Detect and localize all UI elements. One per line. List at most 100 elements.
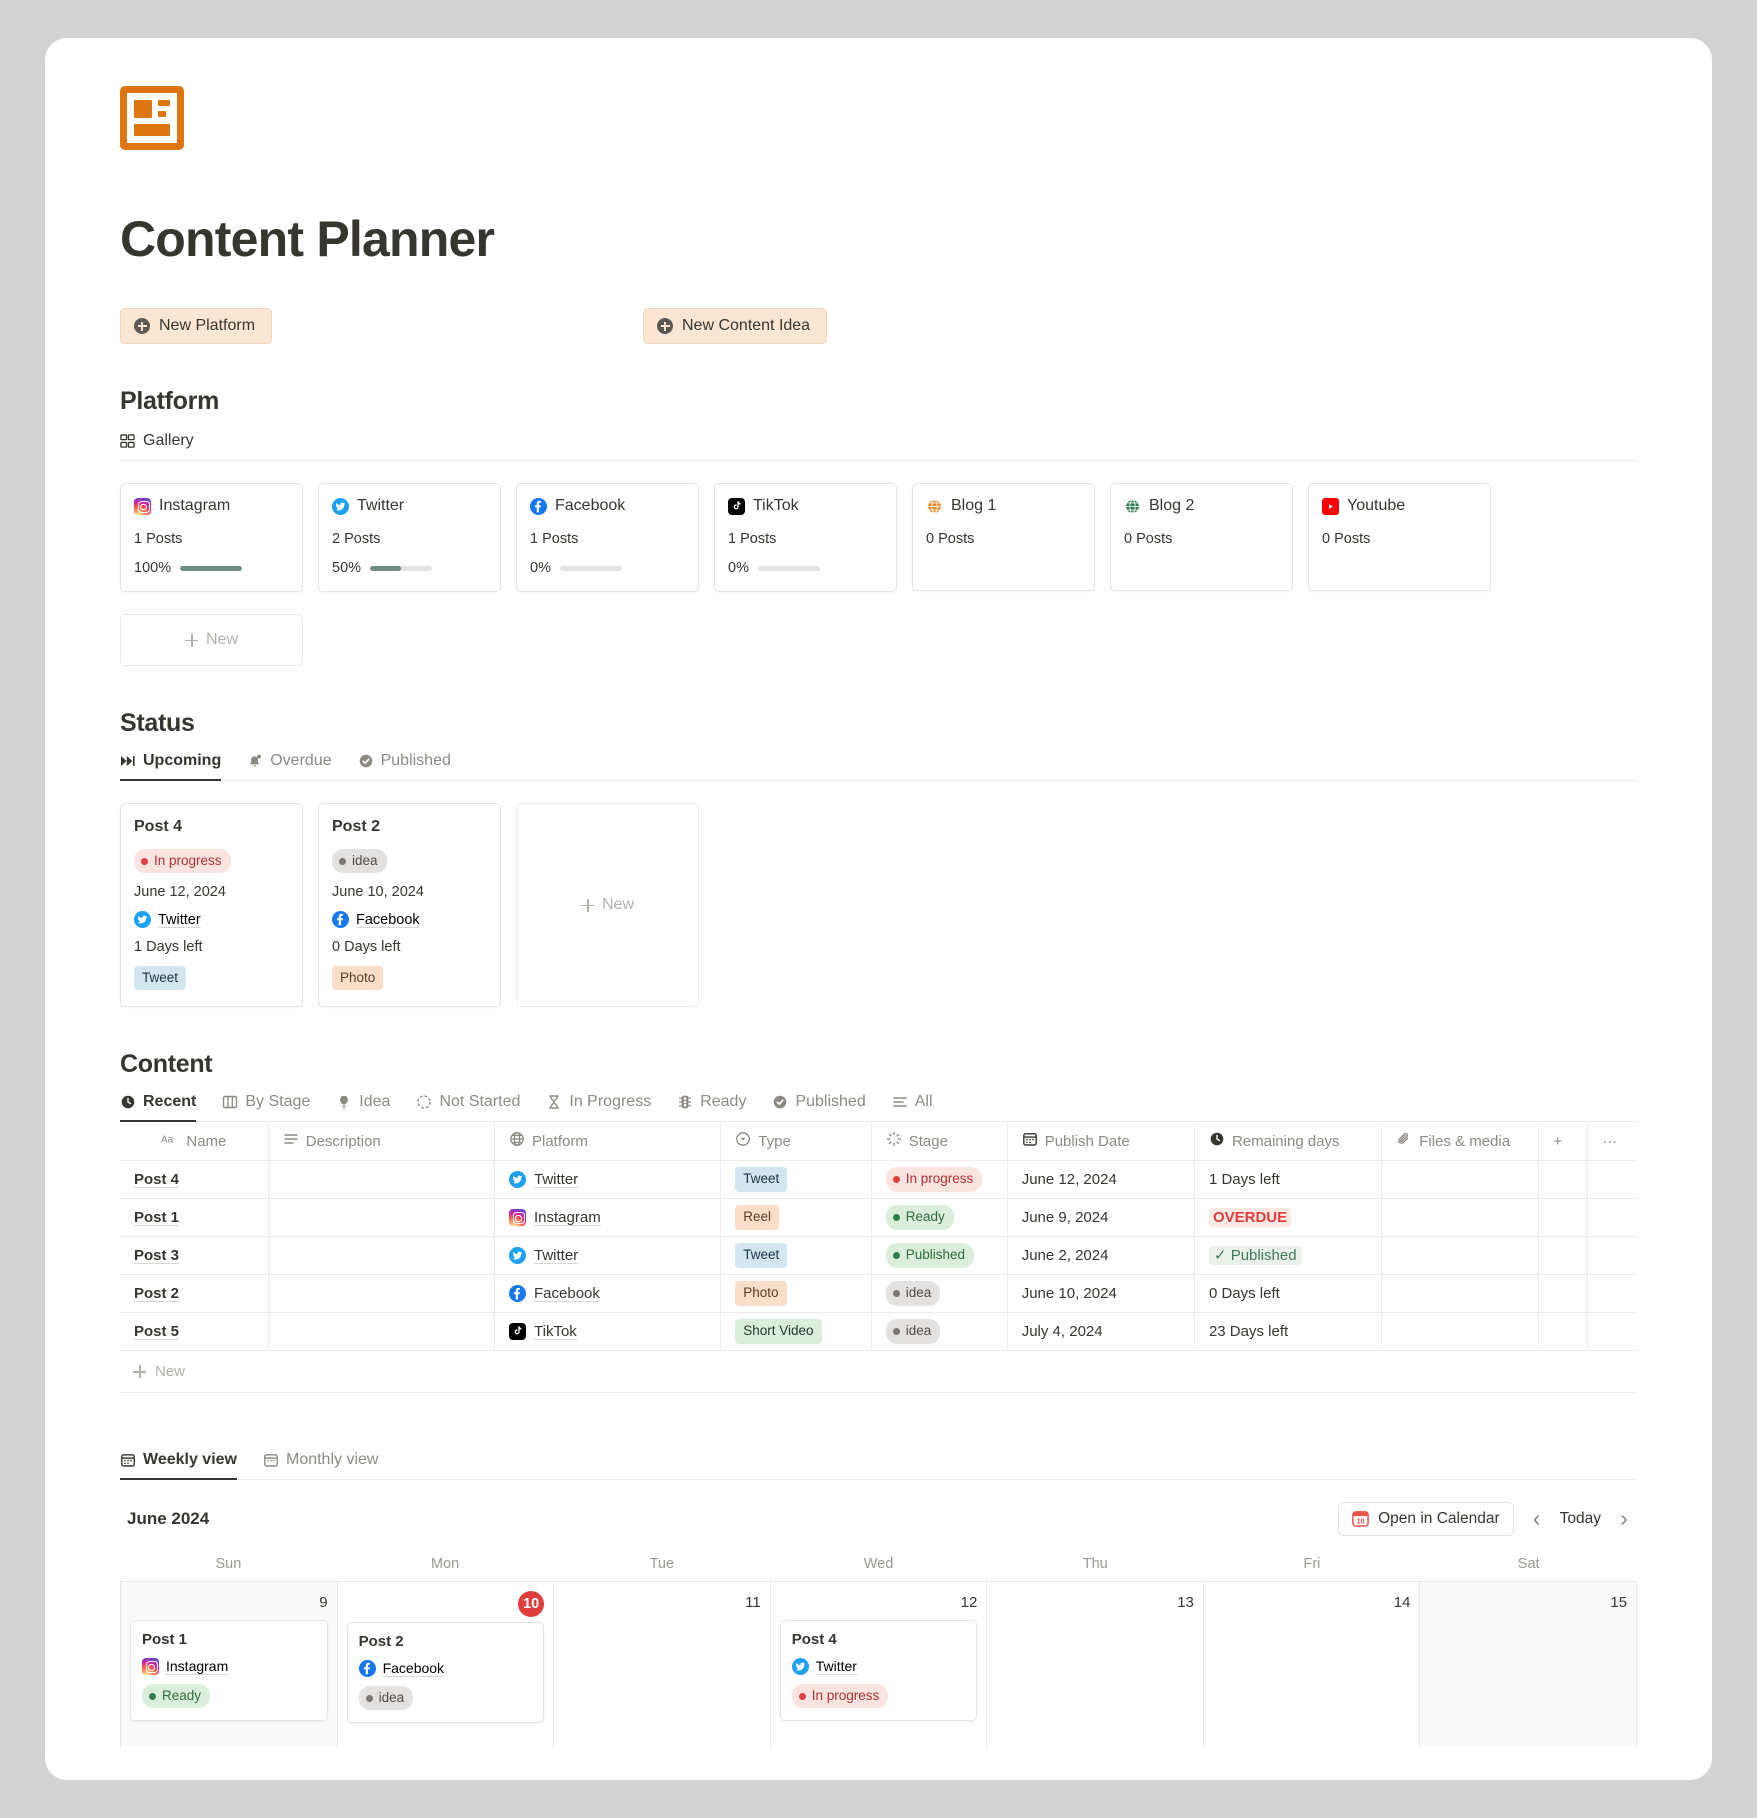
row-platform[interactable]: Instagram <box>494 1198 722 1237</box>
tab-upcoming[interactable]: Upcoming <box>120 752 222 781</box>
row-type[interactable]: Tweet <box>720 1160 872 1199</box>
platform-new-card-button[interactable]: New <box>120 614 303 666</box>
column-header-publish-date[interactable]: Publish Date <box>1007 1122 1195 1161</box>
column-header-platform[interactable]: Platform <box>494 1122 722 1161</box>
instagram-icon <box>142 1657 159 1675</box>
tab-monthly-view[interactable]: Monthly view <box>263 1451 378 1480</box>
table-options-button[interactable]: ··· <box>1587 1122 1637 1161</box>
row-stage[interactable]: idea <box>871 1312 1008 1351</box>
tab-published[interactable]: Published <box>772 1093 866 1122</box>
table-row[interactable]: Post 4 Twitter Tweet In progress June 12, 20… <box>120 1160 1637 1199</box>
platform-card[interactable]: Twitter 2 Posts 50% <box>318 483 501 592</box>
platform-card[interactable]: TikTok 1 Posts 0% <box>714 483 897 592</box>
tab-not-started[interactable]: Not Started <box>416 1093 520 1122</box>
open-in-calendar-button[interactable]: 10 Open in Calendar <box>1338 1501 1514 1536</box>
row-platform[interactable]: Facebook <box>494 1274 722 1313</box>
platform-card[interactable]: Blog 1 0 Posts <box>912 483 1095 591</box>
row-description[interactable] <box>268 1312 496 1351</box>
row-description[interactable] <box>268 1198 496 1237</box>
calendar-today-button[interactable]: Today <box>1560 1510 1601 1528</box>
row-files-media[interactable] <box>1381 1236 1540 1275</box>
row-description[interactable] <box>268 1274 496 1313</box>
row-name[interactable]: Post 4 <box>134 1171 179 1188</box>
tab-recent[interactable]: Recent <box>120 1093 197 1123</box>
status-card-platform[interactable]: Twitter <box>134 911 289 929</box>
status-card[interactable]: Post 2 idea June 10, 2024 Facebook 0 Days le… <box>318 803 501 1008</box>
tab-idea[interactable]: Idea <box>336 1093 390 1122</box>
platform-card[interactable]: Blog 2 0 Posts <box>1110 483 1293 591</box>
calendar-next-button[interactable]: › <box>1611 1505 1637 1532</box>
tab-published[interactable]: Published <box>358 752 451 781</box>
row-name[interactable]: Post 5 <box>134 1323 179 1340</box>
table-row[interactable]: Post 1 Instagram Reel Ready June 9, 2024 OVER… <box>120 1198 1637 1237</box>
row-files-media[interactable] <box>1381 1198 1540 1237</box>
calendar-day-cell[interactable]: 10 Post 2 Facebook idea <box>338 1581 555 1747</box>
table-row[interactable]: Post 3 Twitter Tweet Published June 2, 2024 ✓… <box>120 1236 1637 1275</box>
column-header-description[interactable]: Description <box>268 1122 496 1161</box>
tab-overdue[interactable]: Overdue <box>247 752 332 781</box>
row-publish-date[interactable]: June 12, 2024 <box>1007 1160 1195 1199</box>
calendar-day-cell[interactable]: 14 <box>1204 1581 1421 1747</box>
column-header-type[interactable]: Type <box>720 1122 872 1161</box>
platform-gallery-view-tab[interactable]: Gallery <box>120 432 1637 461</box>
row-platform[interactable]: Twitter <box>494 1160 722 1199</box>
calendar-event-card[interactable]: Post 2 Facebook idea <box>346 1621 545 1724</box>
platform-card[interactable]: Youtube 0 Posts <box>1308 483 1491 591</box>
tab-by-stage[interactable]: By Stage <box>222 1093 310 1122</box>
row-type[interactable]: Reel <box>720 1198 872 1237</box>
new-platform-button[interactable]: New Platform <box>120 308 273 344</box>
row-stage[interactable]: Published <box>871 1236 1008 1275</box>
calendar-event-platform[interactable]: Twitter <box>791 1657 966 1675</box>
row-type[interactable]: Photo <box>720 1274 872 1313</box>
calendar-prev-button[interactable]: ‹ <box>1524 1505 1550 1532</box>
row-publish-date[interactable]: June 10, 2024 <box>1007 1274 1195 1313</box>
row-platform[interactable]: TikTok <box>494 1312 722 1351</box>
tab-ready[interactable]: Ready <box>677 1093 746 1122</box>
platform-card[interactable]: Instagram 1 Posts 100% <box>120 483 303 592</box>
column-header-name[interactable]: Aa Name <box>120 1122 269 1161</box>
row-name[interactable]: Post 3 <box>134 1247 179 1264</box>
calendar-event-platform[interactable]: Facebook <box>358 1659 533 1677</box>
column-header-files-media[interactable]: Files & media <box>1381 1122 1540 1161</box>
calendar-day-cell[interactable]: 13 <box>987 1581 1204 1747</box>
add-column-button[interactable]: + <box>1538 1122 1589 1161</box>
row-files-media[interactable] <box>1381 1274 1540 1313</box>
row-stage[interactable]: Ready <box>871 1198 1008 1237</box>
row-name[interactable]: Post 1 <box>134 1209 179 1226</box>
tiktok-icon <box>728 497 745 515</box>
table-row[interactable]: Post 2 Facebook Photo idea June 10, 2024 0 Da… <box>120 1274 1637 1313</box>
calendar-event-card[interactable]: Post 1 Instagram Ready <box>130 1619 328 1722</box>
row-name[interactable]: Post 2 <box>134 1285 179 1302</box>
tab-in-progress[interactable]: In Progress <box>546 1093 651 1122</box>
calendar-event-card[interactable]: Post 4 Twitter In progress <box>779 1619 978 1722</box>
row-stage[interactable]: In progress <box>871 1160 1008 1199</box>
platform-card[interactable]: Facebook 1 Posts 0% <box>516 483 699 592</box>
calendar-day-cell[interactable]: 12 Post 4 Twitter In progress <box>771 1581 988 1747</box>
status-new-card-button[interactable]: New <box>516 803 699 1008</box>
calendar-day-cell[interactable]: 15 <box>1420 1581 1638 1747</box>
column-header-stage[interactable]: Stage <box>871 1122 1008 1161</box>
row-type[interactable]: Tweet <box>720 1236 872 1275</box>
row-publish-date[interactable]: June 9, 2024 <box>1007 1198 1195 1237</box>
row-stage[interactable]: idea <box>871 1274 1008 1313</box>
row-files-media[interactable] <box>1381 1312 1540 1351</box>
row-files-media[interactable] <box>1381 1160 1540 1199</box>
row-description[interactable] <box>268 1160 496 1199</box>
content-table-new-row-button[interactable]: New <box>120 1351 1637 1393</box>
calendar-event-platform[interactable]: Instagram <box>142 1657 316 1675</box>
row-publish-date[interactable]: June 2, 2024 <box>1007 1236 1195 1275</box>
row-publish-date[interactable]: July 4, 2024 <box>1007 1312 1195 1351</box>
column-header-remaining-days[interactable]: Remaining days <box>1194 1122 1383 1161</box>
table-row[interactable]: Post 5 TikTok Short Video idea July 4, 2024 2… <box>120 1312 1637 1351</box>
row-type[interactable]: Short Video <box>720 1312 872 1351</box>
new-content-idea-button[interactable]: New Content Idea <box>643 308 828 344</box>
row-description[interactable] <box>268 1236 496 1275</box>
status-card-platform[interactable]: Facebook <box>332 911 487 929</box>
calendar-day-cell[interactable]: 9 Post 1 Instagram Ready <box>120 1581 338 1747</box>
row-platform[interactable]: Twitter <box>494 1236 722 1275</box>
tab-all[interactable]: All <box>892 1093 933 1122</box>
tab-weekly-view[interactable]: Weekly view <box>120 1451 237 1480</box>
calendar-day-cell[interactable]: 11 <box>554 1581 771 1747</box>
status-card[interactable]: Post 4 In progress June 12, 2024 Twitter 1 D… <box>120 803 303 1008</box>
facebook-icon <box>332 911 349 929</box>
